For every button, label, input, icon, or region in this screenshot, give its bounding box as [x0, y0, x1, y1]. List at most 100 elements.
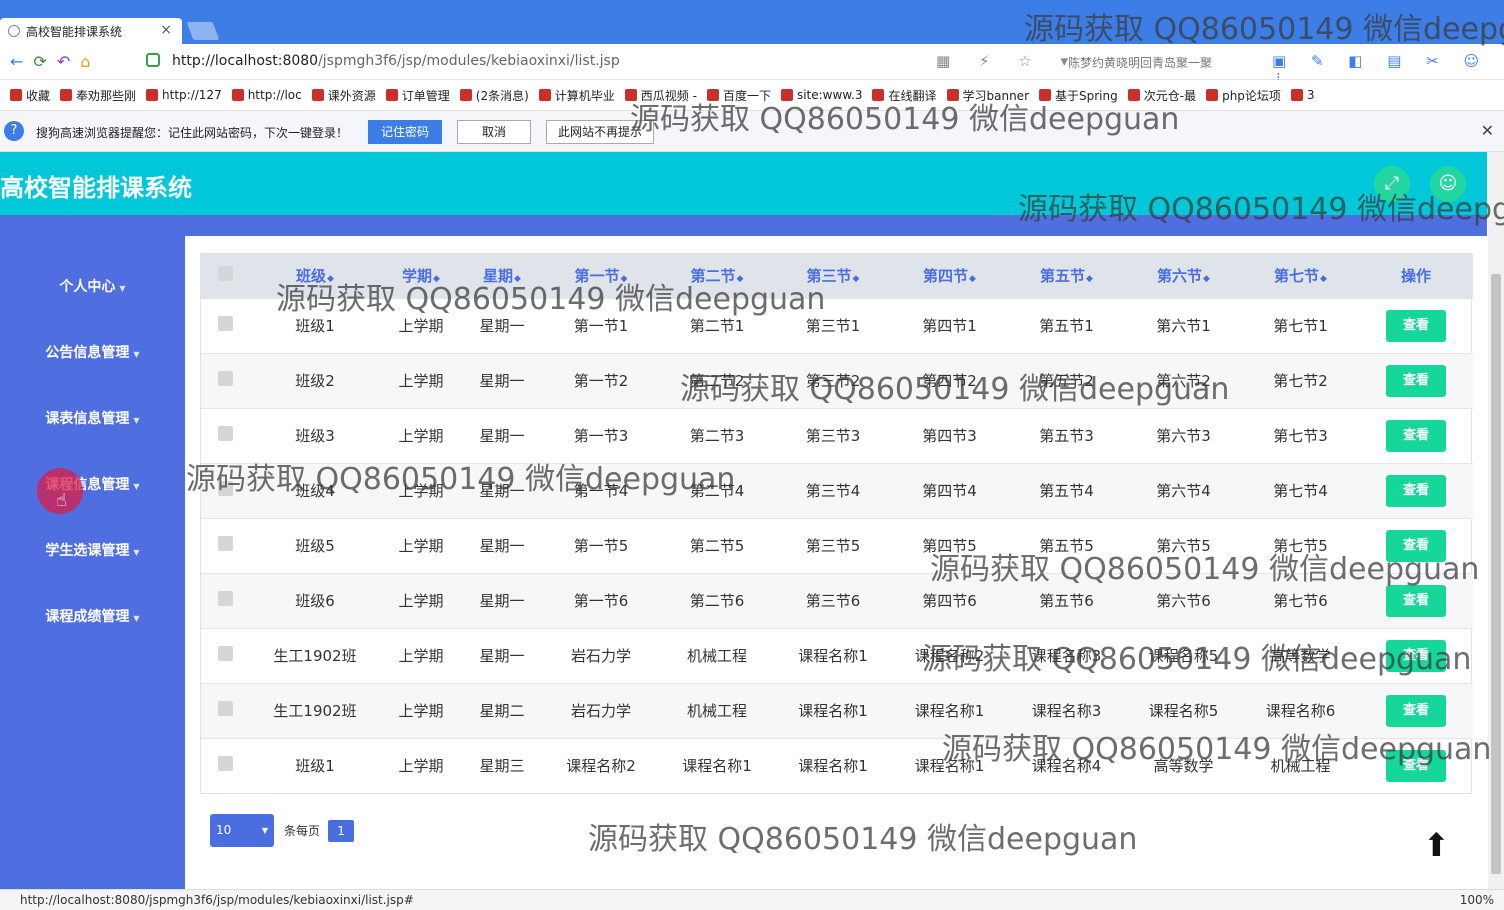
column-header[interactable]: 第一节◆	[543, 254, 659, 298]
address-tools-icons[interactable]: ▦ ⚡ ☆ ▾	[936, 52, 1080, 70]
view-button[interactable]: 查看	[1386, 419, 1446, 452]
scrollbar[interactable]	[1488, 152, 1504, 889]
sidebar: 个人中心 ▼ 公告信息管理 ▼ 课表信息管理 ▼ 课程信息管理 ▼ 学生选课管理 ▼ 课程成绩管理 ▼	[0, 215, 185, 889]
bookmark-item[interactable]: php论坛项	[1206, 87, 1281, 104]
view-button[interactable]: 查看	[1386, 474, 1446, 507]
row-checkbox[interactable]	[217, 426, 233, 441]
view-button[interactable]: 查看	[1386, 364, 1446, 397]
bookmark-item[interactable]: 3	[1290, 88, 1315, 102]
scrollbar-thumb[interactable]	[1491, 274, 1501, 874]
bookmark-item[interactable]: 西瓜视频 -	[624, 87, 697, 104]
bookmark-icon	[385, 89, 398, 101]
bookmark-item[interactable]: 课外资源	[311, 87, 376, 104]
view-button[interactable]: 查看	[1386, 584, 1446, 617]
column-header[interactable]: 第二节◆	[659, 254, 775, 298]
view-button[interactable]: 查看	[1386, 749, 1446, 782]
close-icon[interactable]: ✕	[1481, 121, 1494, 140]
url-field[interactable]: http://localhost:8080/jspmgh3f6/jsp/modu…	[172, 53, 620, 69]
fullscreen-icon[interactable]: ⤢	[1374, 166, 1410, 202]
row-checkbox[interactable]	[217, 646, 233, 661]
sort-icon[interactable]: ◆	[969, 274, 976, 284]
new-tab-button[interactable]	[186, 22, 220, 40]
row-checkbox[interactable]	[217, 701, 233, 716]
row-checkbox[interactable]	[217, 316, 233, 331]
column-header-label: 第二节	[690, 267, 736, 286]
sort-icon[interactable]: ◆	[1320, 274, 1327, 284]
bookmark-item[interactable]: http://loc	[231, 88, 302, 102]
column-header[interactable]: 星期◆	[461, 254, 543, 298]
sidebar-item[interactable]: 课表信息管理 ▼	[0, 408, 185, 428]
sort-icon[interactable]: ◆	[621, 274, 628, 284]
row-checkbox[interactable]	[217, 536, 233, 551]
table-cell: 班级1	[295, 757, 335, 776]
row-select-cell	[201, 408, 249, 463]
column-header[interactable]: 学期◆	[381, 254, 461, 298]
search-hint[interactable]: 陈梦约黄晓明回青岛聚一聚	[1068, 54, 1212, 71]
table-row: 班级1 上学期 星期三 课程名称2 课程名称1 课程名称1 课程名称1 课程名称4 高等数学 机械…	[201, 738, 1473, 793]
remember-password-button[interactable]: 记住密码	[368, 120, 442, 144]
view-button[interactable]: 查看	[1386, 309, 1446, 342]
sidebar-item[interactable]: 课程信息管理 ▼	[0, 474, 185, 494]
bookmark-item[interactable]: 计算机毕业	[538, 87, 615, 104]
table-cell: 机械工程	[686, 702, 747, 720]
sort-icon[interactable]: ◆	[1203, 274, 1210, 284]
bookmark-item[interactable]: 次元仓-最	[1127, 87, 1196, 104]
view-button[interactable]: 查看	[1386, 529, 1446, 562]
bookmark-item[interactable]: 学习banner	[946, 87, 1029, 104]
bookmark-item[interactable]: 奉劝那些刚	[60, 87, 136, 104]
sort-icon[interactable]: ◆	[514, 274, 521, 284]
back-icon[interactable]: ←	[10, 52, 23, 71]
bookmark-item[interactable]: 收藏	[10, 87, 50, 104]
undo-icon[interactable]: ↶	[57, 52, 70, 71]
bookmark-item[interactable]: site:www.3	[780, 88, 862, 102]
page-size-select[interactable]: 10 ▼	[210, 814, 274, 847]
sort-icon[interactable]: ◆	[433, 274, 440, 284]
row-checkbox[interactable]	[217, 591, 233, 606]
sort-icon[interactable]: ◆	[737, 274, 744, 284]
sort-icon[interactable]: ◆	[327, 274, 334, 284]
view-button[interactable]: 查看	[1386, 694, 1446, 727]
row-checkbox[interactable]	[217, 371, 233, 386]
bookmark-item[interactable]: 在线翻译	[872, 87, 937, 104]
never-prompt-button[interactable]: 此网站不再提示	[546, 120, 654, 144]
table-cell: 第七节1	[1273, 317, 1328, 335]
browser-tab[interactable]: 高校智能排课系统 ×	[0, 18, 182, 44]
column-header[interactable]: 第五节◆	[1008, 254, 1125, 298]
user-icon[interactable]: ☺	[1430, 166, 1466, 202]
zoom-level[interactable]: 100%	[1460, 893, 1494, 907]
cancel-button[interactable]: 取消	[457, 120, 531, 144]
sidebar-item[interactable]: 个人中心 ▼	[0, 276, 185, 296]
bookmark-item[interactable]: 百度一下	[706, 87, 771, 104]
url-path: /jspmgh3f6/jsp/modules/kebiaoxinxi/list.…	[318, 53, 620, 69]
select-all-checkbox[interactable]	[217, 266, 233, 282]
sort-icon[interactable]: ◆	[853, 274, 860, 284]
sidebar-item-label: 公告信息管理	[45, 345, 130, 361]
table-cell: 星期一	[479, 537, 525, 555]
bookmark-item[interactable]: 基于Spring	[1039, 87, 1118, 104]
table-body: 班级1 上学期 星期一 第一节1 第二节1 第三节1 第四节1 第五节1 第六节1 第七节1 查看班…	[201, 298, 1473, 793]
table-cell: 星期一	[479, 317, 525, 335]
column-header[interactable]: 第四节◆	[891, 254, 1008, 298]
row-select-cell	[201, 353, 249, 408]
bookmark-item[interactable]: http://127	[146, 88, 222, 102]
column-header[interactable]: 第七节◆	[1242, 254, 1359, 298]
sidebar-item[interactable]: 学生选课管理 ▼	[0, 540, 185, 560]
sidebar-item[interactable]: 公告信息管理 ▼	[0, 342, 185, 362]
bookmark-item[interactable]: (2条消息)	[459, 87, 529, 104]
tab-close-icon[interactable]: ×	[160, 22, 172, 38]
view-button[interactable]: 查看	[1386, 639, 1446, 672]
page-number[interactable]: 1	[328, 819, 355, 842]
column-header[interactable]: 第六节◆	[1125, 254, 1242, 298]
refresh-icon[interactable]: ⟳	[33, 52, 46, 71]
home-icon[interactable]: ⌂	[80, 52, 90, 71]
app-header: 高校智能排课系统 ⤢ ☺	[0, 152, 1487, 215]
column-header[interactable]: 班级◆	[249, 254, 381, 298]
column-header-label: 班级	[296, 267, 327, 286]
column-header[interactable]: 第三节◆	[775, 254, 891, 298]
sort-icon[interactable]: ◆	[1086, 274, 1093, 284]
row-checkbox[interactable]	[217, 481, 233, 496]
sidebar-item[interactable]: 课程成绩管理 ▼	[0, 606, 185, 626]
back-to-top-icon[interactable]: ⬆	[1423, 826, 1450, 864]
row-checkbox[interactable]	[217, 756, 233, 772]
bookmark-item[interactable]: 订单管理	[385, 87, 450, 104]
